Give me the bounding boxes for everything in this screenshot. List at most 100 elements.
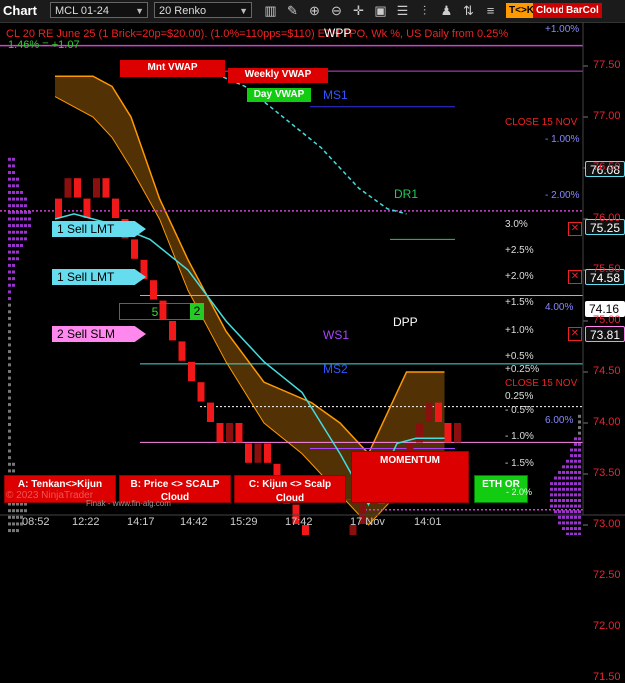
pct-level-label: +1.0% xyxy=(505,325,534,336)
profile-cell xyxy=(574,515,577,519)
profile-cell xyxy=(8,277,11,281)
position-quantity[interactable]: 5 xyxy=(119,303,191,320)
kijun-scalp-cloud-button[interactable]: C: Kijun <> Scalp Cloud xyxy=(234,475,346,504)
profile-cell xyxy=(12,197,15,201)
trade-lines-icon[interactable]: ≡ xyxy=(482,2,499,19)
profile-cell xyxy=(570,498,573,502)
chart-info-line: CL 20 RE June 25 (1 Brick=20p=$20.00). (… xyxy=(6,28,509,40)
profile-cell xyxy=(8,449,11,453)
ms1-label: MS1 xyxy=(323,88,348,102)
crosshair-icon[interactable]: ✛ xyxy=(350,2,367,19)
ws1-label: WS1 xyxy=(323,328,350,342)
profile-cell xyxy=(578,442,581,446)
profile-cell xyxy=(558,476,561,480)
interval-selector[interactable]: 20 Renko ▼ xyxy=(154,2,252,18)
profile-cell xyxy=(24,230,27,234)
profile-cell xyxy=(16,522,19,526)
profile-cell xyxy=(570,487,573,491)
profile-cell xyxy=(8,416,11,420)
chevron-down-icon: ▼ xyxy=(135,6,144,16)
cancel-order-1-icon[interactable]: ✕ xyxy=(568,222,582,236)
strategies-icon[interactable]: ♟ xyxy=(438,2,455,19)
sell-stop-order[interactable]: 2 Sell SLM xyxy=(52,326,146,342)
profile-cell xyxy=(558,498,561,502)
profile-cell xyxy=(562,498,565,502)
profile-cell xyxy=(12,171,15,175)
momentum-button[interactable]: MOMENTUM xyxy=(351,451,469,503)
profile-cell xyxy=(562,521,565,525)
profile-cell xyxy=(578,426,581,430)
profile-cell xyxy=(8,356,11,360)
profile-cell xyxy=(8,177,11,181)
renko-brick xyxy=(235,423,243,443)
cancel-order-3-icon[interactable]: ✕ xyxy=(568,327,582,341)
close-15-nov-label: CLOSE 15 NOV xyxy=(505,117,578,128)
chart-trader-icon[interactable]: ⇅ xyxy=(460,2,477,19)
profile-cell xyxy=(16,509,19,513)
watermark-url: Finak - www.fin-alg.com xyxy=(86,499,171,508)
profile-cell xyxy=(12,515,15,519)
profile-cell xyxy=(16,250,19,254)
profile-cell xyxy=(12,217,15,221)
barcol-toggle[interactable]: BarCol xyxy=(563,3,602,18)
zoom-out-icon[interactable]: ⊖ xyxy=(328,2,345,19)
renko-brick xyxy=(207,402,214,422)
dr1-label: DR1 xyxy=(394,187,419,201)
price-tick: 75.50 xyxy=(593,263,621,275)
profile-cell xyxy=(570,510,573,514)
profile-cell xyxy=(562,527,565,531)
profile-cell xyxy=(554,482,557,486)
renko-brick xyxy=(64,178,72,198)
monthly-vwap-label: Mnt VWAP xyxy=(120,60,225,77)
profile-cell xyxy=(8,283,11,287)
zoom-in-icon[interactable]: ⊕ xyxy=(306,2,323,19)
profile-cell xyxy=(578,454,581,458)
profile-cell xyxy=(8,350,11,354)
profile-cell xyxy=(8,442,11,446)
profile-cell xyxy=(20,502,23,506)
sell-limit-order-1[interactable]: 1 Sell LMT xyxy=(52,221,146,237)
profile-cell xyxy=(574,493,577,497)
profile-cell xyxy=(8,184,11,188)
profile-cell xyxy=(570,515,573,519)
renko-brick xyxy=(112,198,119,218)
sell-limit-order-2[interactable]: 1 Sell LMT xyxy=(52,269,146,285)
profile-cell xyxy=(8,456,11,460)
price-tick: 74.00 xyxy=(593,416,621,428)
cancel-order-2-icon[interactable]: ✕ xyxy=(568,270,582,284)
profile-cell xyxy=(8,396,11,400)
profile-cell xyxy=(558,510,561,514)
indicators-icon[interactable]: ⫶ xyxy=(416,2,433,19)
time-tick: 17 Nov xyxy=(350,516,385,528)
interval-value: 20 Renko xyxy=(159,5,207,17)
order-3-price-tag: 73.81 xyxy=(585,326,625,342)
profile-cell xyxy=(574,459,577,463)
profile-cell xyxy=(8,243,11,247)
bars-icon[interactable]: ▥ xyxy=(262,2,279,19)
day-vwap-label: Day VWAP xyxy=(247,88,311,102)
profile-cell xyxy=(12,277,15,281)
profile-cell xyxy=(574,521,577,525)
profile-cell xyxy=(578,482,581,486)
profile-cell xyxy=(566,482,569,486)
ms2-label: MS2 xyxy=(323,362,348,376)
profile-cell xyxy=(570,504,573,508)
profile-cell xyxy=(28,217,31,221)
properties-icon[interactable]: ☰ xyxy=(394,2,411,19)
position-side-qty[interactable]: 2 xyxy=(190,303,204,320)
profile-cell xyxy=(578,498,581,502)
profile-cell xyxy=(578,521,581,525)
profile-cell xyxy=(16,197,19,201)
profile-cell xyxy=(566,510,569,514)
profile-cell xyxy=(20,509,23,513)
profile-cell xyxy=(8,469,11,473)
pct-level-label: 4.00% xyxy=(545,302,574,313)
profile-cell xyxy=(8,303,11,307)
profile-cell xyxy=(566,504,569,508)
profile-cell xyxy=(16,177,19,181)
instrument-selector[interactable]: MCL 01-24 ▼ xyxy=(50,2,148,18)
profile-cell xyxy=(16,224,19,228)
drawing-pencil-icon[interactable]: ✎ xyxy=(284,2,301,19)
data-box-icon[interactable]: ▣ xyxy=(372,2,389,19)
renko-brick xyxy=(150,280,157,300)
